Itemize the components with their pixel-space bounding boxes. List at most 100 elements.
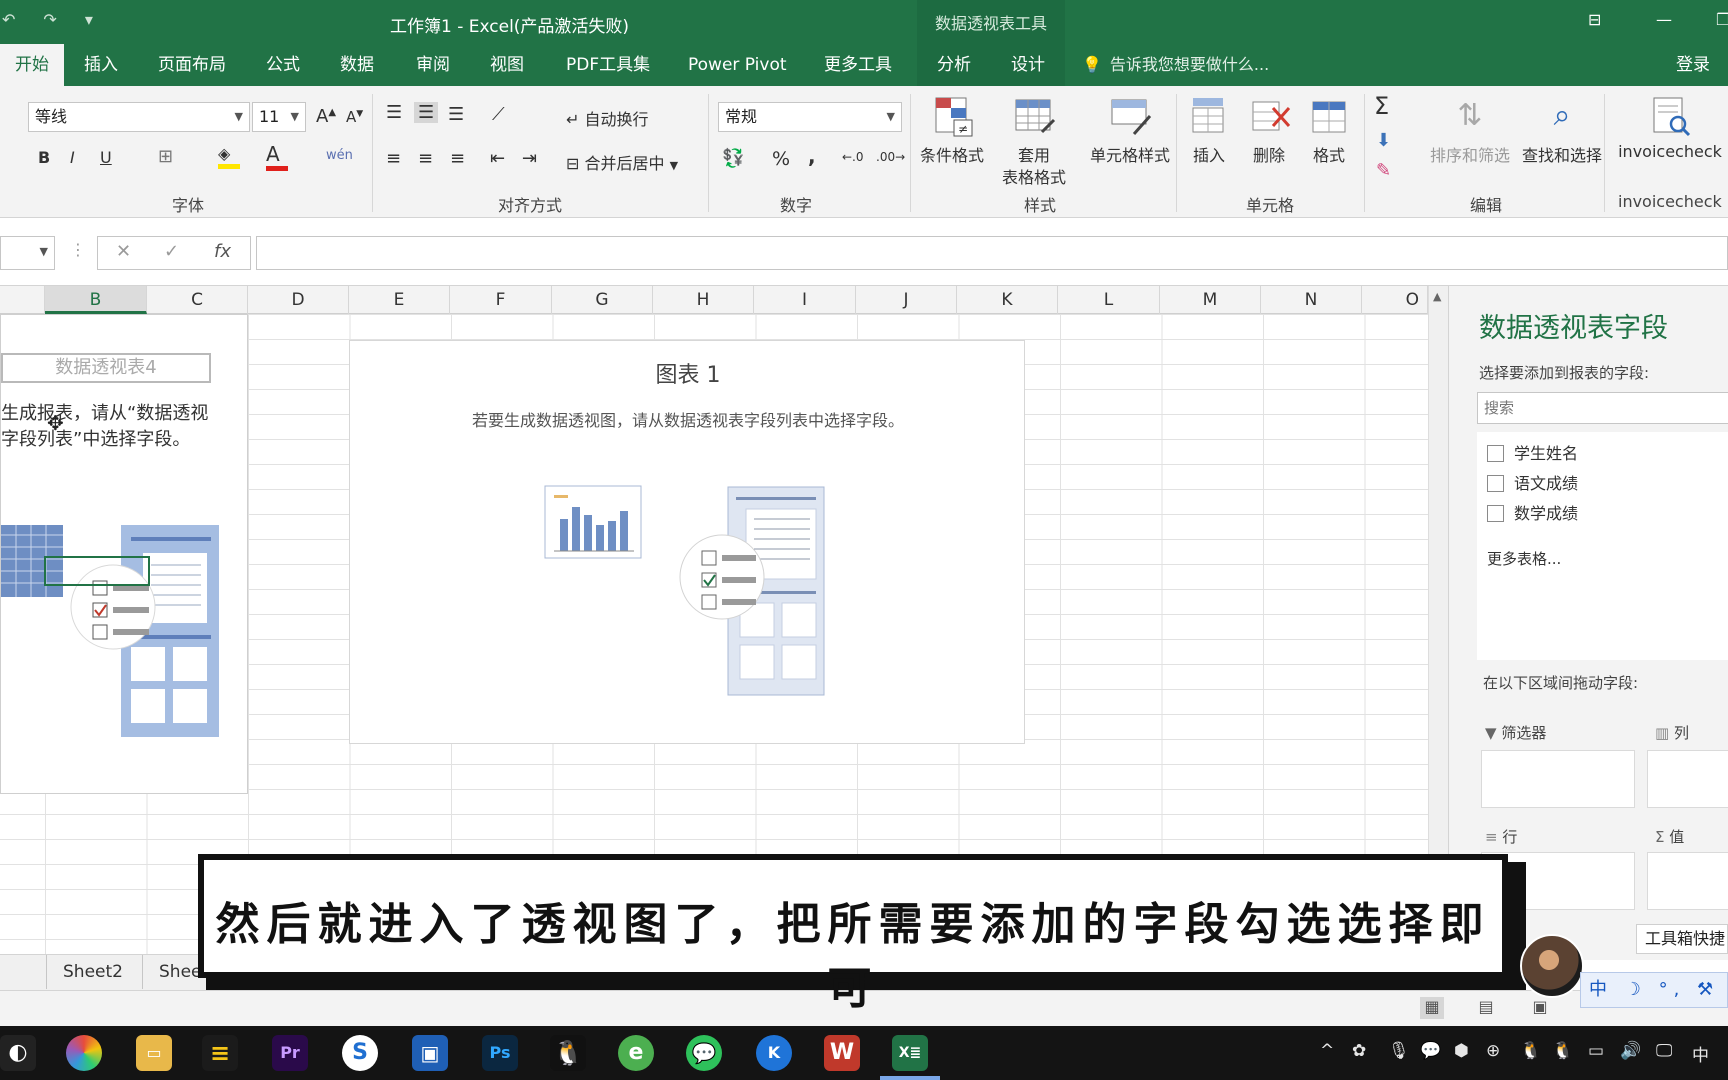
format-cells-button[interactable]: 格式 [1292, 94, 1366, 166]
browser-icon[interactable] [66, 1035, 102, 1071]
increase-decimal-icon[interactable]: ←.0 [842, 150, 864, 164]
wechat-icon[interactable]: 💬 [686, 1035, 722, 1071]
field-search-input[interactable]: 搜索 [1477, 392, 1728, 424]
align-center-icon[interactable]: ≡ [418, 148, 433, 169]
align-bottom-icon[interactable]: ☰ [448, 104, 464, 125]
tab-data[interactable]: 数据 [330, 44, 384, 86]
column-header-b[interactable]: B [45, 286, 147, 314]
grow-font-button[interactable]: A▲ [316, 106, 336, 127]
name-box[interactable]: ▼ [0, 236, 55, 270]
tray-flower-icon[interactable]: ✿ [1352, 1041, 1366, 1061]
align-right-icon[interactable]: ≡ [450, 148, 465, 169]
minimize-button[interactable]: — [1656, 10, 1672, 29]
scroll-up-icon[interactable]: ▲ [1433, 290, 1441, 303]
redo-icon[interactable]: ↷ [43, 10, 56, 34]
tab-analyze[interactable]: 分析 [917, 44, 991, 86]
wrap-text-button[interactable]: ↵ 自动换行 [566, 106, 649, 130]
tab-page-layout[interactable]: 页面布局 [148, 44, 236, 86]
font-name-box[interactable]: 等线 ▼ [28, 102, 250, 132]
increase-indent-icon[interactable]: ⇥ [522, 148, 537, 169]
microphone-icon[interactable]: 🎙 [1388, 1041, 1410, 1061]
tab-more-tools[interactable]: 更多工具 [814, 44, 902, 86]
fill-color-button[interactable]: ◈ [218, 144, 240, 169]
columns-drop-area[interactable] [1647, 750, 1728, 808]
ribbon-display-options-icon[interactable]: ⊟ [1588, 10, 1601, 29]
checkbox[interactable] [1487, 475, 1504, 492]
sheet-tab-sheet2[interactable]: Sheet2 [46, 955, 139, 989]
conditional-format-button[interactable]: ≠ 条件格式 [912, 94, 992, 166]
number-format-box[interactable]: 常规 ▼ [718, 102, 902, 132]
merge-center-button[interactable]: ⊟ 合并后居中 ▼ [566, 150, 678, 174]
fill-down-icon[interactable]: ⬇ [1376, 130, 1391, 151]
field-item-student-name[interactable]: 学生姓名 [1487, 442, 1578, 466]
field-item-chinese-score[interactable]: 语文成绩 [1487, 472, 1578, 496]
column-header-o[interactable]: O [1362, 286, 1428, 314]
column-header-f[interactable]: F [450, 286, 552, 314]
insert-function-icon[interactable]: fx [214, 241, 231, 262]
find-select-button[interactable]: ⌕ 查找和选择 [1512, 94, 1612, 166]
autosum-icon[interactable]: Σ [1374, 92, 1389, 120]
filters-drop-area[interactable] [1481, 750, 1635, 808]
decrease-indent-icon[interactable]: ⇤ [490, 148, 505, 169]
formula-input[interactable] [256, 236, 1728, 270]
tab-home[interactable]: 开始 [0, 44, 64, 86]
clear-eraser-icon[interactable]: ✎ [1376, 160, 1391, 181]
decrease-decimal-icon[interactable]: .00→ [876, 150, 905, 164]
restore-button[interactable]: ❐ [1716, 10, 1728, 29]
qq-icon[interactable]: 🐧 [550, 1035, 586, 1071]
avatar[interactable] [1520, 934, 1584, 998]
file-explorer-icon[interactable]: ▭ [136, 1035, 172, 1071]
sogou-icon[interactable]: S [342, 1035, 378, 1071]
percent-button[interactable]: % [772, 148, 790, 170]
orientation-icon[interactable]: ⟋ [492, 104, 505, 125]
checkbox[interactable] [1487, 445, 1504, 462]
underline-button[interactable]: U [100, 148, 112, 167]
tab-review[interactable]: 审阅 [406, 44, 460, 86]
confirm-entry-icon[interactable]: ✓ [164, 241, 179, 262]
align-left-icon[interactable]: ≡ [386, 148, 401, 169]
align-middle-icon[interactable]: ☰ [414, 102, 439, 123]
qq-tray-icon-2[interactable]: 🐧 [1552, 1041, 1573, 1061]
premiere-icon[interactable]: Pr [272, 1035, 308, 1071]
format-as-table-button[interactable]: 套用 表格格式 [994, 94, 1074, 188]
volume-icon[interactable]: 🔊 [1620, 1041, 1641, 1061]
pivot-table-placeholder[interactable]: 数据透视表4 生成报表，请从“数据透视 字段列表”中选择字段。 ✥ [0, 314, 248, 794]
invoicecheck-button[interactable]: invoicecheck [1612, 94, 1728, 161]
input-language-indicator[interactable]: 中 [1692, 1041, 1709, 1066]
tab-design[interactable]: 设计 [991, 44, 1065, 86]
column-header-g[interactable]: G [552, 286, 653, 314]
network-icon[interactable]: 🖵 [1656, 1041, 1672, 1061]
italic-button[interactable]: I [70, 148, 75, 167]
checkbox[interactable] [1487, 505, 1504, 522]
column-header-n[interactable]: N [1261, 286, 1362, 314]
cell-styles-button[interactable]: 单元格样式 [1080, 94, 1180, 166]
start-icon[interactable]: ◐ [0, 1035, 36, 1071]
borders-icon[interactable]: ⊞ [158, 146, 173, 167]
tab-insert[interactable]: 插入 [74, 44, 128, 86]
column-header-a-partial[interactable] [0, 286, 45, 314]
comma-button[interactable]: , [808, 144, 816, 168]
page-break-view-icon[interactable]: ▣ [1528, 997, 1552, 1019]
qq-tray-icon[interactable]: 🐧 [1520, 1041, 1541, 1061]
tell-me-search[interactable]: 💡 告诉我您想要做什么... [1082, 44, 1269, 86]
phonetic-button[interactable]: wén [326, 148, 353, 163]
sort-filter-button[interactable]: ⇅ 排序和筛选 [1420, 94, 1520, 166]
tab-view[interactable]: 视图 [480, 44, 534, 86]
customize-qat-icon[interactable]: ▾ [85, 10, 93, 34]
tab-power-pivot[interactable]: Power Pivot [678, 44, 797, 86]
font-size-box[interactable]: 11 ▼ [252, 102, 306, 132]
tab-formulas[interactable]: 公式 [256, 44, 310, 86]
ime-toolbar[interactable]: 中 ☽ °, ⚒ [1580, 972, 1728, 1008]
360-tray-icon[interactable]: ⊕ [1486, 1041, 1500, 1061]
notes-icon[interactable]: ≡ [202, 1035, 238, 1071]
column-header-e[interactable]: E [349, 286, 450, 314]
field-item-math-score[interactable]: 数学成绩 [1487, 502, 1578, 526]
column-header-k[interactable]: K [957, 286, 1058, 314]
column-header-l[interactable]: L [1058, 286, 1160, 314]
shrink-font-button[interactable]: A▼ [346, 108, 363, 126]
column-header-j[interactable]: J [856, 286, 957, 314]
tray-chevron-icon[interactable]: ^ [1320, 1041, 1334, 1061]
values-drop-area[interactable] [1647, 852, 1728, 910]
more-tables-link[interactable]: 更多表格... [1487, 548, 1561, 569]
font-color-button[interactable]: A [266, 142, 288, 171]
